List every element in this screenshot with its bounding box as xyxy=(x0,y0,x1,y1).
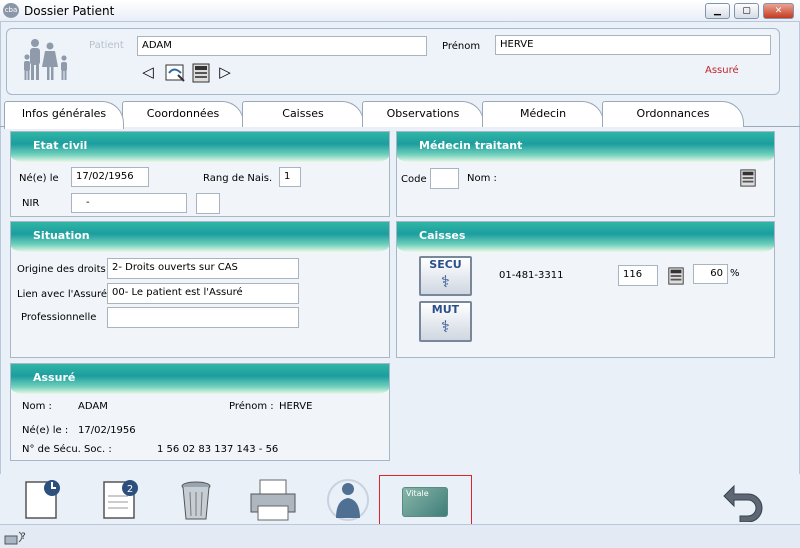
situation-group: Situation Origine des droits 2- Droits o… xyxy=(10,221,390,358)
prenom-field[interactable]: HERVE xyxy=(495,35,771,55)
assure-birthdate-value: 17/02/1956 xyxy=(78,425,136,436)
patient-name-field[interactable]: ADAM xyxy=(137,36,427,56)
situation-title: Situation xyxy=(11,222,389,252)
percent-label: % xyxy=(730,268,740,279)
patient-icon[interactable] xyxy=(326,478,370,522)
tab-ordonnances[interactable]: Ordonnances xyxy=(602,101,744,127)
nir-key-field[interactable] xyxy=(196,193,220,214)
nir-label: NIR xyxy=(22,198,40,209)
assure-prenom-label: Prénom : xyxy=(229,401,274,412)
maximize-button[interactable]: ▢ xyxy=(734,3,759,19)
etat-civil-title: Etat civil xyxy=(11,132,389,162)
medecin-code-field[interactable] xyxy=(430,168,459,189)
origine-droits-field[interactable]: 2- Droits ouverts sur CAS xyxy=(107,258,299,279)
tab-coordonnees[interactable]: Coordonnées xyxy=(122,101,244,127)
document-2-icon[interactable]: 2 xyxy=(98,478,142,522)
prenom-label: Prénom xyxy=(442,41,481,52)
svg-text:?: ? xyxy=(21,532,26,542)
calculator-icon[interactable] xyxy=(739,168,757,188)
caisse-numero: 01-481-3311 xyxy=(499,270,564,281)
mut-button[interactable]: MUT ⚕ xyxy=(419,301,472,342)
previous-button[interactable]: ◁ xyxy=(140,64,156,82)
code-label: Code xyxy=(401,174,427,185)
caduceus-icon: ⚕ xyxy=(441,272,450,291)
caduceus-icon: ⚕ xyxy=(441,317,450,336)
assure-nom-label: Nom : xyxy=(22,401,52,412)
medecin-nom-label: Nom : xyxy=(467,173,497,184)
family-icon xyxy=(24,39,67,80)
tab-medecin[interactable]: Médecin xyxy=(482,101,604,127)
trash-icon[interactable] xyxy=(176,478,220,522)
secu-number-label: N° de Sécu. Soc. : xyxy=(22,444,112,455)
patient-card-icon[interactable] xyxy=(165,63,187,83)
assure-birthdate-label: Né(e) le : xyxy=(22,425,69,436)
medecin-traitant-title: Médecin traitant xyxy=(397,132,774,162)
assure-status: Assuré xyxy=(705,65,739,76)
professionnelle-label: Professionnelle xyxy=(21,312,97,323)
patient-label: Patient xyxy=(89,40,124,51)
caisses-group: Caisses SECU ⚕ MUT ⚕ 01-481-3311 116 60 … xyxy=(396,221,775,358)
undo-icon[interactable] xyxy=(720,478,770,522)
status-bar: ? xyxy=(0,524,800,548)
secu-button[interactable]: SECU ⚕ xyxy=(419,256,472,296)
nir-field[interactable]: - xyxy=(71,193,187,213)
vitale-card-icon: Vitale xyxy=(402,487,448,517)
network-icon: ? xyxy=(4,531,26,545)
lien-assure-label: Lien avec l'Assuré xyxy=(17,289,108,300)
printer-icon[interactable] xyxy=(248,478,298,522)
app-icon: cba xyxy=(3,3,19,18)
assure-nom-value: ADAM xyxy=(78,401,108,412)
tab-caisses[interactable]: Caisses xyxy=(242,101,364,127)
assure-title: Assuré xyxy=(11,364,389,394)
close-button[interactable]: ✕ xyxy=(763,3,794,19)
vitale-text: Vitale xyxy=(406,489,429,498)
lien-assure-field[interactable]: 00- Le patient est l'Assuré xyxy=(107,283,299,304)
assure-group: Assuré Nom : ADAM Prénom : HERVE Né(e) l… xyxy=(10,363,390,461)
assure-prenom-value: HERVE xyxy=(279,401,313,412)
taux-field[interactable]: 60 xyxy=(693,264,728,284)
birth-rank-label: Rang de Nais. xyxy=(203,173,273,184)
vitale-card-button[interactable]: Vitale xyxy=(379,475,472,527)
calculator-icon[interactable] xyxy=(667,266,685,286)
medecin-traitant-group: Médecin traitant Code Nom : xyxy=(396,131,775,217)
secu-number-value: 1 56 02 83 137 143 - 56 xyxy=(157,444,279,455)
patient-header: Patient ADAM Prénom HERVE Assuré ◁ ▷ xyxy=(6,28,780,95)
birth-rank-field[interactable]: 1 xyxy=(279,167,301,187)
next-button[interactable]: ▷ xyxy=(217,64,233,82)
calculator-icon[interactable] xyxy=(191,63,211,83)
svg-text:2: 2 xyxy=(127,484,133,495)
secu-label: SECU xyxy=(429,258,462,271)
birthdate-label: Né(e) le xyxy=(19,173,59,184)
caisses-title: Caisses xyxy=(397,222,774,252)
minimize-button[interactable]: ▁ xyxy=(705,3,730,19)
title-bar: cba Dossier Patient ▁ ▢ ✕ xyxy=(0,0,800,22)
tab-observations[interactable]: Observations xyxy=(362,101,484,127)
window-title: Dossier Patient xyxy=(24,4,115,18)
etat-civil-group: Etat civil Né(e) le 17/02/1956 Rang de N… xyxy=(10,131,390,217)
new-document-icon[interactable] xyxy=(20,478,64,522)
mut-label: MUT xyxy=(431,303,460,316)
origine-droits-label: Origine des droits xyxy=(17,264,106,275)
tab-infos-generales[interactable]: Infos générales xyxy=(4,101,124,129)
caisse-code-field[interactable]: 116 xyxy=(618,265,658,286)
birthdate-field[interactable]: 17/02/1956 xyxy=(71,167,149,187)
professionnelle-field[interactable] xyxy=(107,307,299,328)
